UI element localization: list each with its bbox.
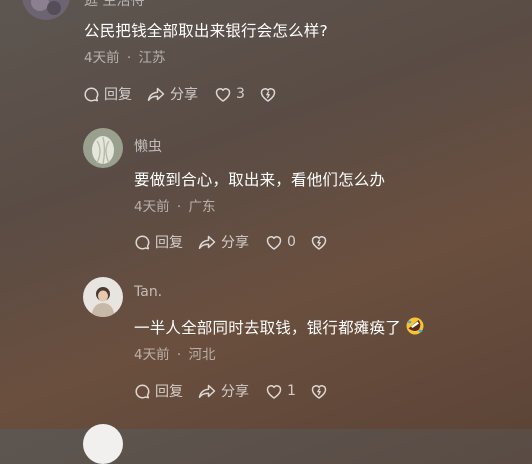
heart-icon [265,383,287,400]
avatar-top[interactable] [22,0,70,20]
comment-2-text: 要做到合心，取出来，看他们怎么办 [134,171,386,189]
share-icon [197,234,221,251]
comment-3-time: 4天前 [134,347,170,363]
share-icon [146,86,170,103]
comment-3-text: 一半人全部同时去取钱，银行都瘫痪了 [134,319,401,337]
share-label: 分享 [221,235,249,251]
like-count: 1 [287,383,296,399]
dislike-button[interactable] [310,383,332,400]
comment-1-meta: 4天前 · 江苏 [84,46,165,66]
avatar-next[interactable] [83,424,123,464]
like-count: 3 [236,86,245,102]
reply-label: 回复 [104,87,132,103]
comment-2-location: 广东 [188,199,216,215]
reply-label: 回复 [155,235,183,251]
share-button[interactable]: 分享 [197,381,249,401]
dislike-heart-icon [310,383,332,400]
like-button[interactable]: 3 [214,86,245,103]
dislike-button[interactable] [310,234,332,251]
share-button[interactable]: 分享 [197,232,249,252]
comment-1-text: 公民把钱全部取出来银行会怎么样? [84,22,328,40]
meta-separator: · [126,50,132,66]
rolling-laughing-emoji-icon [405,316,425,340]
share-label: 分享 [170,87,198,103]
comment-3-meta: 4天前 · 河北 [134,343,215,363]
comment-2-time: 4天前 [134,199,170,215]
comment-3-text-line: 一半人全部同时去取钱，银行都瘫痪了 [134,316,425,340]
comment-icon [83,86,104,103]
comment-2-actions: 回复 分享 0 [134,232,332,252]
share-label: 分享 [221,384,249,400]
dislike-heart-icon [310,234,332,251]
like-button[interactable]: 0 [265,234,296,251]
meta-separator: · [176,347,182,363]
like-count: 0 [287,234,296,250]
comment-3-actions: 回复 分享 1 [134,381,332,401]
comment-1-actions: 回复 分享 3 [83,84,281,104]
heart-icon [214,86,236,103]
share-button[interactable]: 分享 [146,84,198,104]
like-button[interactable]: 1 [265,383,296,400]
reply-label: 回复 [155,384,183,400]
reply-button[interactable]: 回复 [83,84,132,104]
avatar-lanchong[interactable] [83,128,123,168]
comment-icon [134,383,155,400]
comment-icon [134,234,155,251]
comment-1-location: 江苏 [138,50,166,66]
reply-button[interactable]: 回复 [134,381,183,401]
comment-1-time: 4天前 [84,50,120,66]
meta-separator: · [176,199,182,215]
comment-3-author[interactable]: Tan. [134,284,162,300]
comment-2-author[interactable]: 懒虫 [134,136,162,156]
heart-icon [265,234,287,251]
dislike-heart-icon [259,86,281,103]
top-user-name[interactable]: 逛 生活待 [84,0,144,10]
share-icon [197,383,221,400]
dislike-button[interactable] [259,86,281,103]
comment-3-location: 河北 [188,347,216,363]
reply-button[interactable]: 回复 [134,232,183,252]
avatar-tan[interactable] [83,277,123,317]
comment-2-meta: 4天前 · 广东 [134,195,215,215]
